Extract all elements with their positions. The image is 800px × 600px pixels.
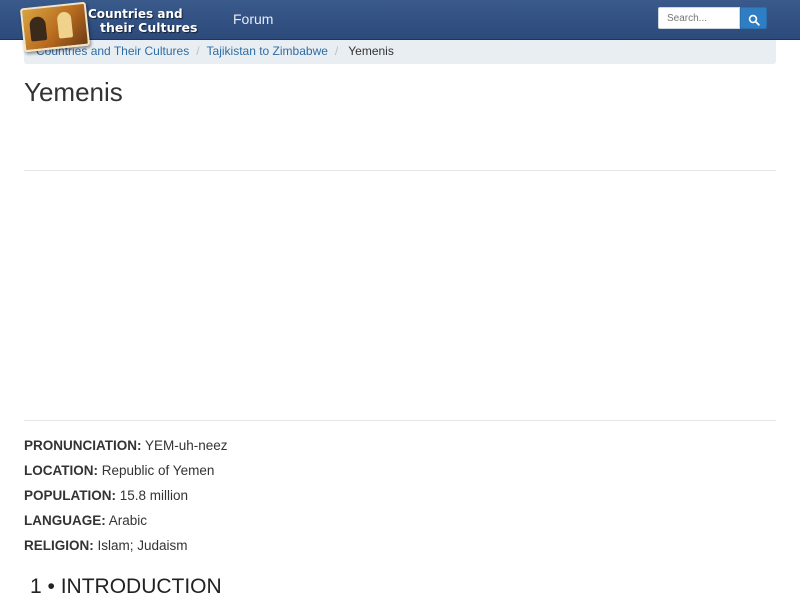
breadcrumb-separator: / [196,44,200,58]
fact-pronunciation: PRONUNCIATION: YEM-uh-neez [24,436,228,461]
search-input[interactable] [658,7,740,29]
logo-emblem-icon [19,1,91,53]
fact-label: LOCATION: [24,463,98,478]
logo-line-2: their Cultures [100,20,198,35]
fact-value: YEM-uh-neez [145,438,228,453]
blank-content-area [24,171,776,419]
fact-label: LANGUAGE: [24,513,106,528]
facts-list: PRONUNCIATION: YEM-uh-neez LOCATION: Rep… [24,436,228,561]
fact-location: LOCATION: Republic of Yemen [24,461,228,486]
fact-value: Republic of Yemen [101,463,215,478]
divider-bottom [24,420,776,421]
breadcrumb-current: Yemenis [348,44,394,58]
forum-link[interactable]: Forum [233,11,273,27]
search-button[interactable] [740,7,767,29]
breadcrumb-link-tajikistan-to-zimbabwe[interactable]: Tajikistan to Zimbabwe [207,44,328,58]
fact-label: PRONUNCIATION: [24,438,142,453]
fact-population: POPULATION: 15.8 million [24,486,228,511]
page-title: Yemenis [24,77,123,107]
fact-value: Islam; Judaism [97,538,188,553]
fact-label: RELIGION: [24,538,94,553]
fact-religion: RELIGION: Islam; Judaism [24,536,228,561]
magnifier-icon [741,14,766,26]
section-heading-introduction: 1 • INTRODUCTION [30,575,222,598]
breadcrumb-separator: / [334,44,339,58]
fact-value: 15.8 million [119,488,189,503]
site-logo[interactable]: Countries and their Cultures [19,1,217,53]
fact-language: LANGUAGE: Arabic [24,511,228,536]
logo-line-1: Countries and [88,7,183,21]
fact-label: POPULATION: [24,488,116,503]
fact-value: Arabic [108,513,148,528]
logo-text: Countries and their Cultures [88,7,198,35]
